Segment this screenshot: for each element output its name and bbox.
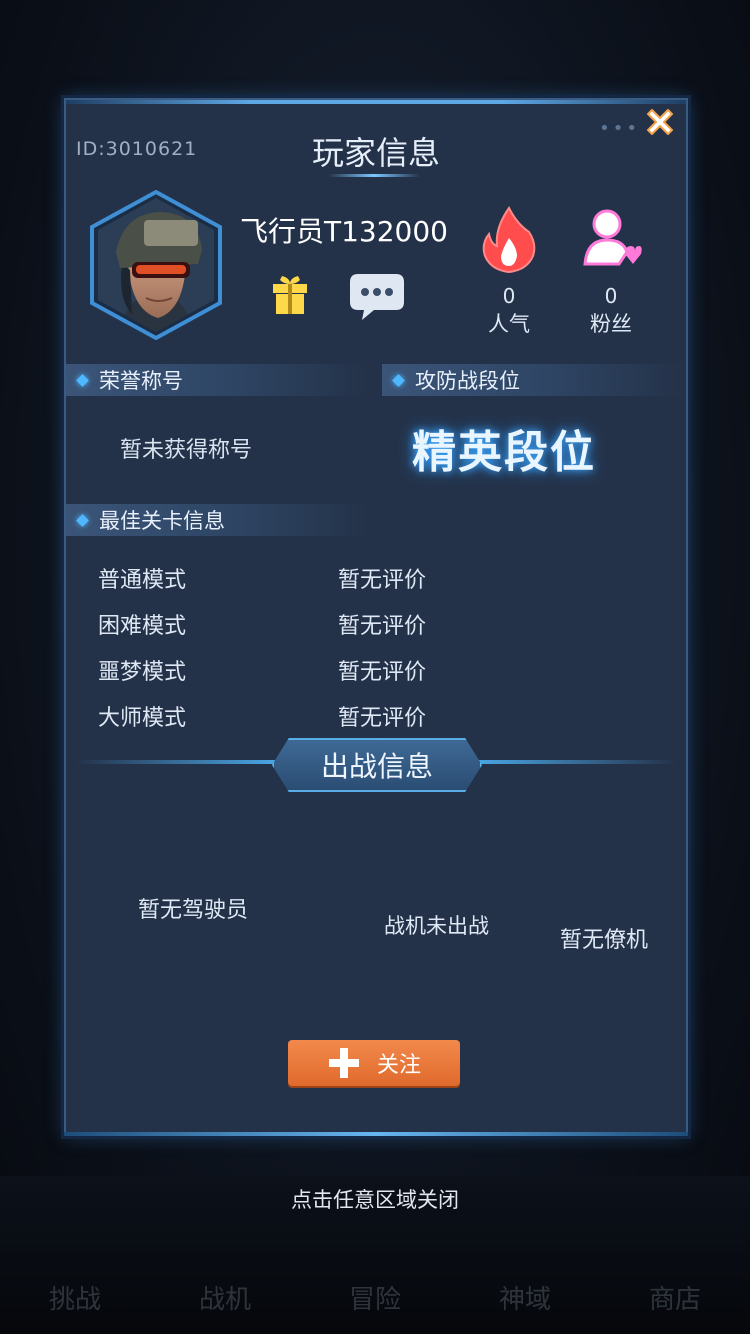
best-stage-header-label: 最佳关卡信息 (99, 509, 225, 533)
fans-icon (583, 209, 642, 266)
bg-nav-plane: 战机 (198, 1285, 251, 1315)
plus-icon (328, 1048, 359, 1078)
pilot-name: 飞行员T132000 (240, 215, 448, 248)
fans-value: 0 (604, 284, 618, 308)
modal-title: 玩家信息 (311, 134, 440, 172)
mode-name: 困难模式 (98, 614, 187, 639)
diamond-bullet-icon (76, 513, 89, 527)
close-hint: 点击任意区域关闭 (291, 1188, 459, 1212)
rank-value: 精英段位 (412, 427, 596, 478)
honor-header-label: 荣誉称号 (99, 369, 183, 393)
gift-button[interactable] (270, 272, 310, 320)
bg-nav-shop: 商店 (648, 1285, 701, 1315)
title-underline (328, 174, 420, 177)
mode-rating: 暂无评价 (338, 706, 427, 731)
popularity-stat: 0 人气 (469, 204, 549, 338)
header-dots: ••• (599, 118, 640, 139)
battle-info-banner: 出战信息 (66, 736, 686, 792)
mode-name: 噩梦模式 (98, 660, 187, 685)
bg-nav-adventure: 冒险 (348, 1285, 401, 1315)
gift-icon (273, 276, 307, 314)
close-icon (647, 109, 673, 135)
avatar[interactable] (86, 189, 226, 341)
mode-rating: 暂无评价 (338, 614, 427, 639)
best-stage-section-header: 最佳关卡信息 (66, 504, 366, 536)
plane-slot[interactable]: 战机未出战 (384, 910, 489, 940)
honor-title-value: 暂未获得称号 (120, 438, 253, 463)
follow-button-label: 关注 (376, 1053, 421, 1078)
honor-section-header: 荣誉称号 (66, 364, 366, 396)
mode-rating: 暂无评价 (338, 568, 427, 593)
player-info-modal: ID:3010621 玩家信息 ••• 飞行员T132000 0 人气 0 粉丝… (64, 98, 688, 1136)
mode-name: 大师模式 (98, 706, 187, 731)
list-item: 普通模式 暂无评价 (98, 562, 498, 594)
follow-button[interactable]: 关注 (288, 1040, 460, 1086)
banner-line-left (76, 760, 276, 764)
list-item: 噩梦模式 暂无评价 (98, 654, 498, 686)
rank-header-label: 攻防战段位 (415, 369, 520, 393)
bg-nav-domain: 神域 (498, 1285, 551, 1315)
mode-name: 普通模式 (98, 568, 187, 593)
bg-nav-challenge: 挑战 (48, 1285, 101, 1315)
chat-button[interactable] (348, 270, 406, 326)
list-item: 困难模式 暂无评价 (98, 608, 498, 640)
fans-stat: 0 粉丝 (571, 204, 651, 338)
popularity-label: 人气 (488, 312, 530, 336)
pilot-avatar-icon (90, 189, 222, 341)
pilot-slot[interactable]: 暂无驾驶员 (138, 892, 248, 924)
close-button[interactable] (640, 102, 680, 142)
chat-bubble-icon (350, 274, 404, 320)
banner-line-right (476, 760, 676, 764)
battle-info-title: 出战信息 (272, 738, 482, 792)
diamond-bullet-icon (76, 373, 89, 387)
fans-label: 粉丝 (590, 312, 632, 336)
rank-section-header: 攻防战段位 (382, 364, 684, 396)
wingman-slot[interactable]: 暂无僚机 (560, 922, 648, 954)
popularity-value: 0 (502, 284, 516, 308)
fire-icon (482, 206, 536, 274)
mode-rating: 暂无评价 (338, 660, 427, 685)
diamond-bullet-icon (392, 373, 405, 387)
list-item: 大师模式 暂无评价 (98, 700, 498, 732)
